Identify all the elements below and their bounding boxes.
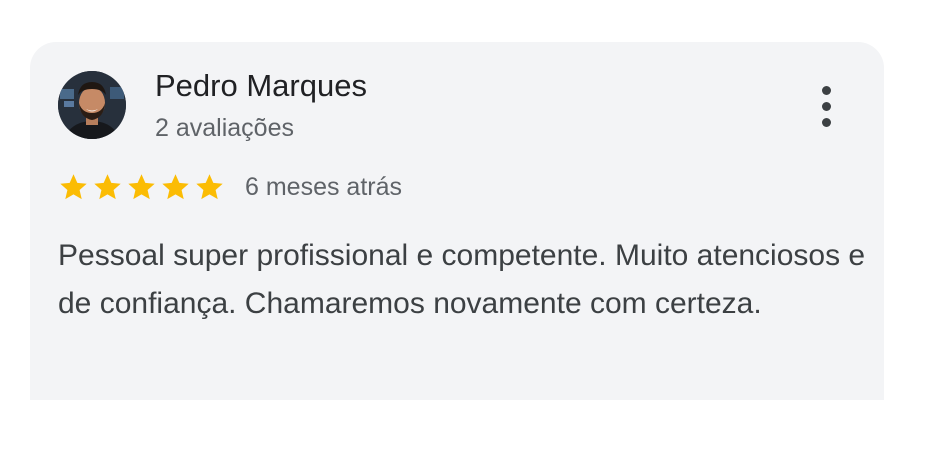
rating-row: 6 meses atrás: [58, 170, 402, 204]
avatar[interactable]: [58, 71, 126, 139]
star-icon: [194, 172, 225, 202]
star-rating: [58, 172, 225, 202]
star-icon: [92, 172, 123, 202]
reviewer-review-count: 2 avaliações: [155, 114, 294, 142]
review-text: Pessoal super profissional e competente.…: [58, 239, 866, 320]
more-options-button[interactable]: [810, 82, 842, 130]
star-icon: [58, 172, 89, 202]
more-vert-icon: [821, 85, 831, 127]
reviewer-name[interactable]: Pedro Marques: [155, 66, 367, 106]
star-icon: [160, 172, 191, 202]
avatar-photo: [58, 71, 126, 139]
review-date: 6 meses atrás: [245, 173, 403, 201]
review-card: Pedro Marques 2 avaliações 6 meses atrás…: [30, 42, 884, 400]
star-icon: [126, 172, 157, 202]
